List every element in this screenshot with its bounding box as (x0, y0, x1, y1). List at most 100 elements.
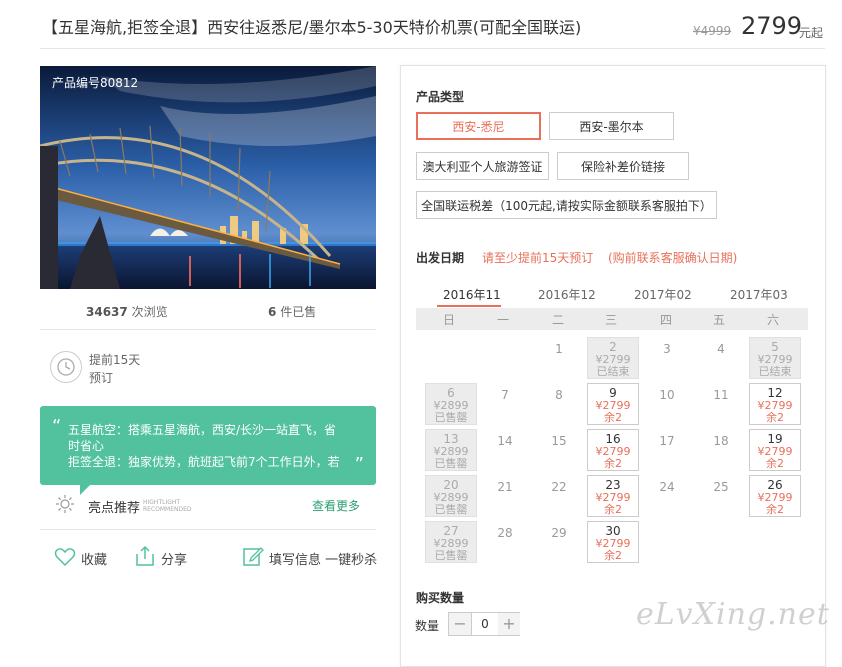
decrease-button[interactable]: − (449, 613, 471, 635)
view-more-link[interactable]: 查看更多 (312, 497, 360, 514)
calendar-day: 11 (695, 383, 747, 425)
weekday-wed: 三 (604, 313, 617, 327)
calendar-day-number: 28 (497, 526, 513, 540)
quantity-stepper: − 0 + (448, 612, 520, 636)
highlight-quote: “ 五星航空：搭乘五星海航，西安/长沙一站直飞，省时省心 拒签全退：独家优势，航… (40, 406, 376, 485)
calendar-day[interactable]: 16 ¥2799 余2 (587, 429, 639, 471)
calendar-day-status: 已售罄 (434, 411, 468, 424)
product-photo (40, 66, 376, 289)
calendar-day-status: 已售罄 (434, 549, 468, 562)
calendar-day-status: 已售罄 (434, 503, 468, 516)
heart-icon[interactable] (54, 546, 76, 572)
calendar-day: 29 (533, 521, 585, 563)
weekday-tue: 二 (551, 313, 564, 327)
option-visa[interactable]: 澳大利亚个人旅游签证 (416, 152, 549, 180)
calendar-day[interactable]: 9 ¥2799 余2 (587, 383, 639, 425)
calendar-day[interactable]: 26 ¥2799 余2 (749, 475, 801, 517)
calendar-day: 22 (533, 475, 585, 517)
option-xian-sydney[interactable]: 西安-悉尼 (416, 112, 541, 140)
calendar-day-number: 1 (555, 342, 563, 356)
sun-icon (55, 494, 75, 518)
quantity-label: 数量 (415, 619, 440, 633)
calendar-day-status: 已售罄 (434, 457, 468, 470)
calendar-day-number: 22 (551, 480, 567, 494)
sold-stat: 6 件已售 (268, 303, 316, 320)
calendar-day: 3 (641, 337, 693, 379)
month-tab-2016-12[interactable]: 2016年12 (538, 286, 596, 303)
calendar-day: 27 ¥2899 已售罄 (425, 521, 477, 563)
quantity-value[interactable]: 0 (471, 613, 499, 635)
calendar-day[interactable]: 19 ¥2799 余2 (749, 429, 801, 471)
weekday-fri: 五 (712, 313, 725, 327)
sold-count: 6 (268, 305, 277, 319)
calendar-day: 17 (641, 429, 693, 471)
current-price: 2799 (741, 12, 803, 40)
calendar-day-status: 余2 (766, 457, 784, 470)
month-tab-2016-11[interactable]: 2016年11 (443, 286, 501, 303)
calendar-day: 10 (641, 383, 693, 425)
calendar-day-number: 11 (713, 388, 729, 402)
quote-line2: 拒签全退：独家优势，航班起飞前7个工作日外，若 (68, 455, 340, 469)
calendar-day-status: 已结束 (596, 365, 630, 378)
highlight-sub1: HIGHTLIGHT (143, 499, 181, 506)
calendar-day: 5 ¥2799 已结束 (749, 337, 801, 379)
calendar-day-number: 21 (497, 480, 513, 494)
calendar-day-number: 17 (659, 434, 675, 448)
calendar-day-status: 余2 (604, 549, 622, 562)
calendar-day-number: 8 (555, 388, 563, 402)
calendar-day-status: 余2 (604, 503, 622, 516)
weekday-thu: 四 (659, 313, 672, 327)
calendar-day-status: 余2 (766, 503, 784, 516)
close-quote-icon: ” (354, 454, 364, 475)
calendar-day: 13 ¥2899 已售罄 (425, 429, 477, 471)
calendar-day-number: 25 (713, 480, 729, 494)
calendar-day[interactable]: 30 ¥2799 余2 (587, 521, 639, 563)
month-tab-2017-02[interactable]: 2017年02 (634, 286, 692, 303)
original-price: ¥4999 (693, 24, 732, 38)
calendar-day-status: 余2 (766, 411, 784, 424)
calendar-day: 15 (533, 429, 585, 471)
option-insurance[interactable]: 保险补差价链接 (557, 152, 689, 180)
calendar-day: 2 ¥2799 已结束 (587, 337, 639, 379)
month-tab-2017-03[interactable]: 2017年03 (730, 286, 788, 303)
option-connection-tax[interactable]: 全国联运税差（100元起,请按实际金额联系客服拍下） (416, 191, 717, 219)
edit-icon[interactable] (242, 545, 264, 571)
calendar-day: 14 (479, 429, 531, 471)
sold-label: 件已售 (280, 305, 317, 319)
weekday-sun: 日 (442, 313, 455, 327)
calendar-day-number: 29 (551, 526, 567, 540)
calendar-day-status: 已结束 (758, 365, 792, 378)
advance-line2: 预订 (89, 371, 114, 385)
calendar-day-number: 15 (551, 434, 567, 448)
highlight-title: 亮点推荐 (88, 501, 141, 516)
calendar-day-number: 18 (713, 434, 729, 448)
calendar-day: 1 (533, 337, 585, 379)
calendar-day[interactable]: 12 ¥2799 余2 (749, 383, 801, 425)
calendar-day: 4 (695, 337, 747, 379)
calendar-day-number: 4 (717, 342, 725, 356)
product-type-title: 产品类型 (416, 90, 465, 104)
fill-info-button[interactable]: 填写信息 一键秒杀 (269, 549, 377, 568)
quote-line1: 五星航空：搭乘五星海航，西安/长沙一站直飞，省时省心 (68, 423, 337, 453)
increase-button[interactable]: + (498, 613, 520, 635)
calendar-day-number: 10 (659, 388, 675, 402)
stats-divider (40, 329, 376, 330)
favorite-button[interactable]: 收藏 (81, 549, 107, 568)
option-xian-melbourne[interactable]: 西安-墨尔本 (549, 112, 674, 140)
highlight-divider (40, 529, 376, 530)
calendar-day: 18 (695, 429, 747, 471)
calendar-day: 8 (533, 383, 585, 425)
calendar-day: 21 (479, 475, 531, 517)
date-note-confirm: (购前联系客服确认日期) (608, 251, 738, 265)
views-label: 次浏览 (131, 305, 168, 319)
calendar-day-number: 7 (501, 388, 509, 402)
calendar-day[interactable]: 23 ¥2799 余2 (587, 475, 639, 517)
highlight-subtitle: HIGHTLIGHT RECOMMENDED (143, 499, 192, 513)
date-note-advance: 请至少提前15天预订 (482, 251, 594, 265)
share-button[interactable]: 分享 (161, 549, 187, 568)
calendar-day: 25 (695, 475, 747, 517)
calendar-day-number: 3 (663, 342, 671, 356)
product-code: 产品编号80812 (52, 76, 139, 90)
calendar-day: 28 (479, 521, 531, 563)
share-icon[interactable] (134, 545, 156, 571)
